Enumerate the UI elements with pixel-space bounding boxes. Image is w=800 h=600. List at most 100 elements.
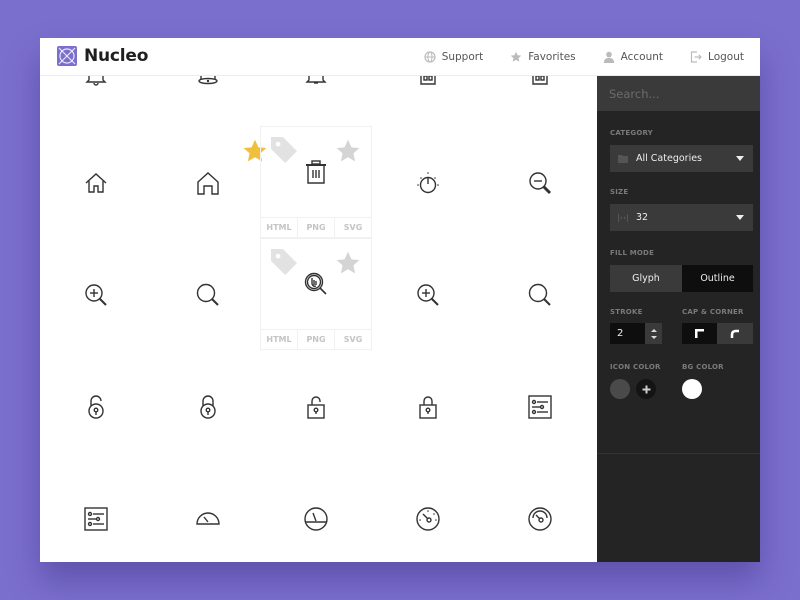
resize-icon [618, 213, 628, 222]
search-input[interactable] [609, 86, 748, 101]
tag-icon[interactable] [271, 137, 297, 163]
icon-cell[interactable] [484, 351, 596, 463]
nav-favorites[interactable]: Favorites [510, 51, 576, 63]
download-png-button[interactable]: PNG [297, 218, 334, 237]
bg-color-swatch[interactable] [682, 379, 702, 399]
chevron-down-icon [736, 156, 744, 161]
user-icon [603, 51, 614, 63]
trash-icon [306, 160, 326, 184]
app-name: Nucleo [84, 46, 149, 66]
zoom-out-icon [529, 172, 552, 195]
icon-color-swatch[interactable] [610, 379, 630, 399]
increment-icon[interactable] [650, 328, 657, 332]
icon-cell[interactable] [372, 127, 484, 239]
fill-mode-outline[interactable]: Outline [682, 265, 753, 292]
top-bar: Nucleo Support Favorites Account Logout [40, 38, 760, 76]
stroke-stepper[interactable] [645, 323, 662, 344]
size-value: 32 [636, 212, 649, 223]
chevron-down-icon [736, 215, 744, 220]
search-icon [196, 283, 219, 306]
icon-cell[interactable] [484, 127, 596, 239]
nav-support-label: Support [441, 51, 484, 63]
cap-round-button[interactable] [717, 323, 753, 344]
size-select[interactable]: 32 [610, 204, 753, 231]
nav-favorites-label: Favorites [528, 51, 576, 63]
nav-account-label: Account [620, 51, 664, 63]
lock-round-icon [200, 395, 216, 419]
speedometer-alt-icon [528, 507, 552, 531]
download-svg-button[interactable]: SVG [334, 330, 371, 349]
download-html-button[interactable]: HTML [261, 330, 297, 349]
icon-cell[interactable] [484, 239, 596, 351]
icon-cell[interactable] [152, 351, 264, 463]
card-actions: HTML PNG SVG [261, 217, 371, 237]
download-svg-button[interactable]: SVG [334, 218, 371, 237]
fill-mode-label: FILL MODE [610, 249, 655, 257]
download-png-button[interactable]: PNG [297, 330, 334, 349]
lock-open-square-icon [307, 396, 325, 419]
icon-cell[interactable] [372, 239, 484, 351]
tag-icon[interactable] [271, 249, 297, 275]
download-html-button[interactable]: HTML [261, 218, 297, 237]
top-nav: Support Favorites Account Logout [397, 38, 744, 76]
stopwatch-icon [417, 172, 439, 194]
icon-grid: HTML PNG SVG HTML PNG SVG [40, 38, 597, 562]
zoom-in-icon [85, 284, 107, 306]
icon-cell[interactable] [40, 463, 152, 562]
favorite-star-icon[interactable] [335, 138, 361, 164]
nucleo-logo-icon [57, 46, 77, 66]
logo[interactable]: Nucleo [56, 45, 148, 67]
divider [597, 453, 760, 454]
nav-support[interactable]: Support [424, 51, 484, 63]
zoom-in-icon [417, 284, 439, 306]
category-select[interactable]: All Categories [610, 145, 753, 172]
icon-cell[interactable]: HTML PNG SVG [260, 126, 372, 238]
cap-square-button[interactable] [682, 323, 717, 344]
icon-cell[interactable] [40, 351, 152, 463]
decrement-icon[interactable] [650, 335, 657, 339]
icon-cell[interactable] [372, 351, 484, 463]
icon-cell[interactable] [40, 239, 152, 351]
search-icon [528, 283, 551, 306]
fill-mode-glyph[interactable]: Glyph [610, 265, 682, 292]
plus-icon [642, 385, 650, 393]
cap-corner-toggle [682, 323, 753, 344]
round-corner-icon [730, 329, 739, 338]
logout-icon [690, 51, 702, 63]
square-corner-icon [694, 328, 704, 338]
speedometer-icon [416, 507, 440, 531]
add-color-button[interactable] [636, 379, 656, 399]
nav-account[interactable]: Account [603, 51, 663, 63]
card-actions: HTML PNG SVG [261, 329, 371, 349]
favorite-star-icon[interactable] [335, 250, 361, 276]
icon-cell[interactable] [260, 463, 372, 562]
search-hand-icon [304, 272, 327, 295]
size-label: SIZE [610, 188, 629, 196]
icon-cell[interactable] [40, 127, 152, 239]
gauge-circle-icon [304, 507, 328, 531]
globe-icon [424, 51, 436, 63]
home-large-icon [197, 172, 219, 195]
fill-mode-toggle: Glyph Outline [610, 265, 753, 292]
bg-color-label: BG COLOR [682, 363, 724, 371]
settings-sidebar: CATEGORY All Categories SIZE 32 FILL MOD… [597, 76, 760, 562]
nav-logout-label: Logout [708, 51, 744, 63]
settings-sliders-icon [84, 507, 108, 531]
nav-logout[interactable]: Logout [690, 51, 744, 63]
stroke-input[interactable]: 2 [610, 323, 645, 344]
category-value: All Categories [636, 153, 703, 164]
icon-cell[interactable] [484, 463, 596, 562]
icon-cell[interactable] [152, 463, 264, 562]
category-label: CATEGORY [610, 129, 653, 137]
icon-cell[interactable] [260, 351, 372, 463]
icon-cell[interactable] [152, 127, 267, 239]
search-bar [597, 76, 760, 111]
home-icon [85, 173, 107, 193]
settings-sliders-icon [528, 395, 552, 419]
cap-corner-label: CAP & CORNER [682, 308, 744, 316]
icon-cell[interactable]: HTML PNG SVG [260, 238, 372, 350]
icon-cell[interactable] [152, 239, 264, 351]
stroke-value: 2 [617, 328, 624, 339]
gauge-half-icon [196, 512, 220, 525]
icon-cell[interactable] [372, 463, 484, 562]
